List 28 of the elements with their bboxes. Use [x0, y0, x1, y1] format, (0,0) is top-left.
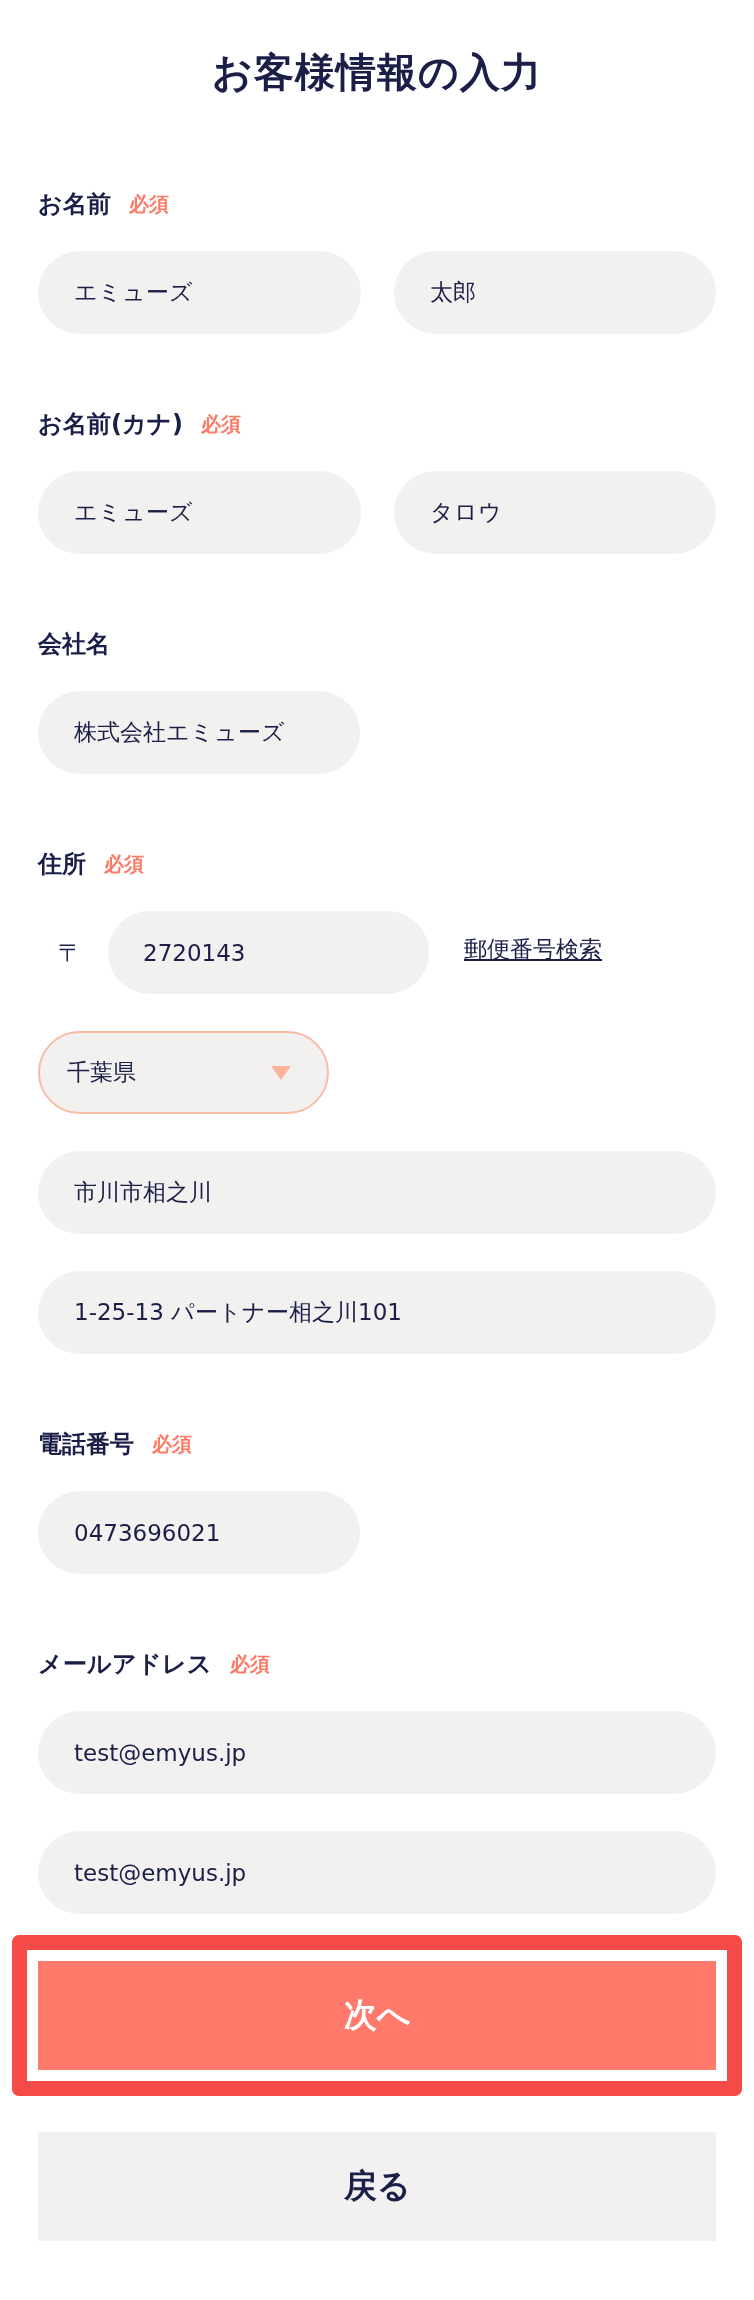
postal-code-field[interactable]: 2720143	[108, 911, 429, 994]
required-label: 必須	[230, 1651, 270, 1677]
text-field[interactable]: エミューズ	[38, 251, 361, 334]
required-label: 必須	[200, 411, 241, 437]
text-field[interactable]: エミューズ	[38, 471, 361, 554]
field-label: 電話番号	[38, 1429, 134, 1459]
caret-icon	[271, 1065, 291, 1080]
field-label: メールアドレス	[38, 1649, 212, 1679]
field-label: お名前(カナ)	[38, 409, 183, 439]
text-field[interactable]: タロウ	[393, 471, 716, 554]
text-field[interactable]: test@emyus.jp	[38, 1711, 716, 1794]
required-label: 必須	[129, 191, 169, 217]
text-field[interactable]: 株式会社エミューズ	[38, 691, 360, 774]
text-field[interactable]: test@emyus.jp	[38, 1831, 716, 1914]
text-field[interactable]: 1-25-13 パートナー相之川101	[38, 1271, 716, 1354]
field-label: 会社名	[38, 629, 110, 659]
required-label: 必須	[152, 1431, 192, 1457]
postal-search-link[interactable]: 郵便番号検索	[464, 933, 602, 964]
text-field[interactable]: 0473696021	[38, 1491, 360, 1574]
text-field[interactable]: 太郎	[393, 251, 716, 334]
dropdown-select[interactable]: 千葉県	[38, 1031, 329, 1114]
page-title: お客様情報の入力	[211, 48, 543, 96]
back-button[interactable]: 戻る	[38, 2132, 716, 2241]
field-label: 住所	[38, 849, 86, 879]
required-label: 必須	[104, 851, 144, 877]
postal-mark: 〒	[58, 937, 82, 968]
field-label: お名前	[38, 189, 111, 219]
text-field[interactable]: 市川市相之川	[38, 1151, 716, 1234]
